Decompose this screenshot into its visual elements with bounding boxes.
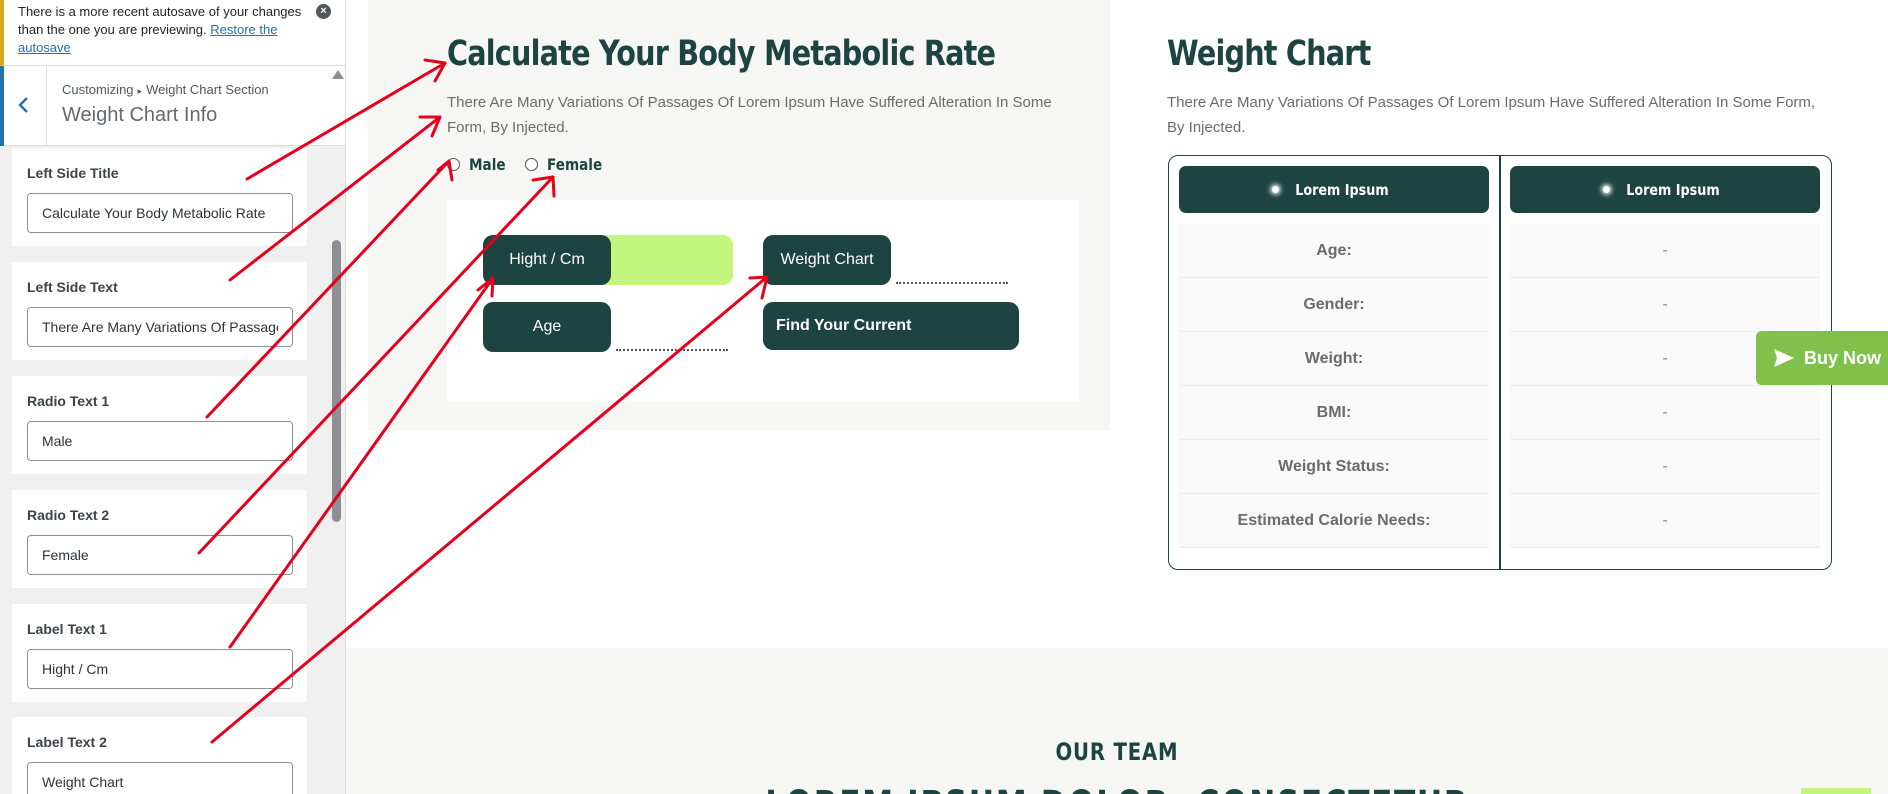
table-header-1: Lorem Ipsum (1179, 166, 1489, 213)
row-label-age: Age: (1179, 224, 1489, 278)
team-heading-text: LOREM IPSUM DOLOR, CONSECTETUR (765, 783, 1469, 794)
row-value-calorie-needs: - (1510, 494, 1820, 548)
label-text-1-input[interactable] (27, 649, 293, 689)
team-section: OUR TEAM LOREM IPSUM DOLOR, CONSECTETUR (346, 648, 1888, 794)
age-input-field[interactable] (616, 349, 728, 351)
row-label-bmi: BMI: (1179, 386, 1489, 440)
control-label-text-1: Label Text 1 (12, 604, 307, 702)
team-label: OUR TEAM (346, 738, 1888, 766)
row-value-gender: - (1510, 278, 1820, 332)
radio-male[interactable]: Male (447, 153, 512, 175)
close-circle-icon[interactable]: × (316, 4, 331, 19)
left-side-title-input[interactable] (27, 193, 293, 233)
label-text-2-input[interactable] (27, 762, 293, 794)
team-heading: LOREM IPSUM DOLOR, CONSECTETUR (346, 783, 1888, 794)
row-label-weight-status: Weight Status: (1179, 440, 1489, 494)
control-label-text-2: Label Text 2 (12, 717, 307, 794)
scroll-up-arrow[interactable] (331, 70, 345, 82)
control-label: Left Side Title (27, 165, 119, 181)
scrollbar-thumb[interactable] (332, 240, 341, 522)
calculator-title: Calculate Your Body Metabolic Rate (447, 34, 996, 74)
breadcrumb: Customizing ▸ Weight Chart Section (62, 82, 269, 97)
control-label: Left Side Text (27, 279, 118, 295)
row-value-age: - (1510, 224, 1820, 278)
row-label-calorie-needs: Estimated Calorie Needs: (1179, 494, 1489, 548)
back-button[interactable] (0, 66, 47, 146)
row-value-bmi: - (1510, 386, 1820, 440)
section-title: Weight Chart Info (62, 104, 218, 126)
control-left-side-title: Left Side Title (12, 148, 307, 246)
radio-female[interactable]: Female (525, 153, 612, 175)
triangle-up-icon (332, 70, 344, 79)
column-divider (1499, 156, 1501, 569)
table-header-2: Lorem Ipsum (1510, 166, 1820, 213)
autosave-notice: There is a more recent autosave of your … (0, 0, 345, 66)
left-side-text-input[interactable] (27, 307, 293, 347)
weight-chart-text: There Are Many Variations Of Passages Of… (1167, 94, 1816, 136)
row-label-gender: Gender: (1179, 278, 1489, 332)
chevron-left-icon (18, 97, 28, 113)
control-radio-text-2: Radio Text 2 (12, 490, 307, 588)
breadcrumb-root: Customizing (62, 82, 134, 97)
control-label: Label Text 2 (27, 734, 107, 750)
radio-label: Male (469, 154, 506, 174)
age-label-pill: Age (483, 302, 611, 352)
radio-button[interactable] (525, 157, 538, 171)
site-preview: Calculate Your Body Metabolic Rate There… (346, 0, 1888, 794)
calculator-text: There Are Many Variations Of Passages Of… (447, 94, 1052, 136)
weight-input-field[interactable] (896, 282, 1008, 284)
weight-label-pill: Weight Chart (763, 235, 891, 285)
control-label: Radio Text 2 (27, 507, 110, 523)
buy-now-label: Buy Now (1804, 347, 1882, 368)
bullet-icon (1602, 186, 1610, 193)
control-left-side-text: Left Side Text (12, 262, 307, 360)
bullet-icon (1271, 186, 1279, 193)
find-your-current-button[interactable]: Find Your Current (763, 302, 1019, 350)
radio-button[interactable] (447, 157, 460, 171)
control-label: Radio Text 1 (27, 393, 110, 409)
customizer-sidebar: There is a more recent autosave of your … (0, 0, 346, 794)
radio-text-1-input[interactable] (27, 421, 293, 461)
radio-label: Female (547, 154, 603, 174)
header-label: Lorem Ipsum (1625, 180, 1720, 199)
green-accent (1801, 788, 1871, 794)
buy-now-button[interactable]: Buy Now (1756, 331, 1888, 385)
weight-chart-title: Weight Chart (1167, 34, 1371, 74)
row-label-weight: Weight: (1179, 332, 1489, 386)
breadcrumb-separator: ▸ (137, 86, 143, 96)
section-header: Customizing ▸ Weight Chart Section Weight … (0, 66, 345, 146)
radio-text-2-input[interactable] (27, 535, 293, 575)
control-radio-text-1: Radio Text 1 (12, 376, 307, 474)
breadcrumb-section: Weight Chart Section (146, 82, 269, 97)
team-label-text: OUR TEAM (1055, 738, 1179, 766)
paper-plane-icon (1774, 349, 1794, 367)
header-label: Lorem Ipsum (1294, 180, 1389, 199)
weight-chart-table: Lorem Ipsum Lorem Ipsum Age: - Gender: -… (1168, 155, 1832, 570)
row-value-weight-status: - (1510, 440, 1820, 494)
calculator-form: Hight / Cm Age Weight Chart Find Your Cu… (447, 200, 1079, 402)
height-label-pill: Hight / Cm (483, 235, 611, 285)
control-label: Label Text 1 (27, 621, 107, 637)
